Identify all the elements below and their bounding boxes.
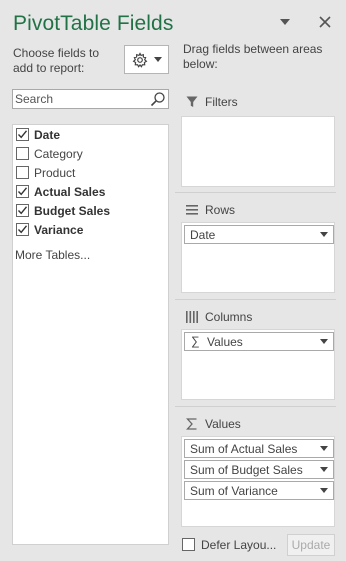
defer-layout-label: Defer Layou... [201, 538, 277, 552]
task-pane-options-button[interactable] [275, 12, 295, 32]
close-button[interactable] [315, 12, 335, 32]
values-label: Values [205, 417, 241, 431]
checkmark-icon [17, 130, 28, 139]
area-splitter[interactable] [175, 299, 336, 300]
checkbox[interactable] [16, 128, 29, 141]
chevron-down-icon[interactable] [320, 339, 328, 344]
update-button[interactable]: Update [287, 534, 335, 556]
field-label: Product [34, 166, 76, 180]
search-icon[interactable] [150, 91, 166, 110]
field-item-variance[interactable]: Variance [13, 221, 168, 240]
chevron-down-icon[interactable] [320, 467, 328, 472]
choose-fields-label: Choose fields to add to report: [13, 46, 100, 75]
checkmark-icon [17, 187, 28, 196]
field-label: Actual Sales [34, 185, 106, 199]
field-item-date[interactable]: Date [13, 126, 168, 145]
drag-fields-label: Drag fields between areas below: [183, 42, 323, 71]
checkbox[interactable] [16, 223, 29, 236]
field-search [12, 89, 169, 109]
field-list-settings-button[interactable] [124, 45, 169, 74]
pane-title: PivotTable Fields [13, 12, 174, 35]
values-drop-area[interactable]: Sum of Actual Sales Sum of Budget Sales … [181, 436, 335, 527]
chevron-down-icon [280, 19, 290, 25]
field-item-product[interactable]: Product [13, 164, 168, 183]
field-item-actual-sales[interactable]: Actual Sales [13, 183, 168, 202]
chevron-down-icon[interactable] [320, 488, 328, 493]
field-item-category[interactable]: Category [13, 145, 168, 164]
rows-field-date[interactable]: Date [184, 225, 334, 244]
rows-label: Rows [205, 203, 236, 217]
checkbox[interactable] [16, 204, 29, 217]
gear-icon [132, 51, 147, 68]
columns-field-values[interactable]: ∑ Values [184, 332, 334, 351]
close-icon [319, 16, 331, 28]
area-splitter[interactable] [175, 406, 336, 407]
filters-drop-area[interactable] [181, 116, 335, 187]
checkmark-icon [17, 206, 28, 215]
defer-layout-checkbox[interactable] [182, 538, 195, 551]
pill-label: Sum of Actual Sales [190, 442, 298, 456]
checkmark-icon [17, 225, 28, 234]
rows-drop-area[interactable]: Date [181, 222, 335, 293]
field-label: Variance [34, 223, 84, 237]
field-label: Budget Sales [34, 204, 111, 218]
more-tables-link[interactable]: More Tables... [15, 248, 90, 262]
chevron-down-icon [153, 57, 162, 62]
filters-label: Filters [205, 95, 238, 109]
funnel-icon [186, 96, 198, 111]
field-label: Date [34, 128, 61, 142]
pivottable-fields-pane: PivotTable Fields Choose fields to add t… [0, 0, 346, 561]
checkbox[interactable] [16, 166, 29, 179]
search-input[interactable] [13, 90, 148, 108]
checkbox[interactable] [16, 147, 29, 160]
values-field-sum-of-budget-sales[interactable]: Sum of Budget Sales [184, 460, 334, 479]
pill-label: Date [190, 228, 216, 242]
field-label: Category [34, 147, 83, 161]
pill-label: Sum of Variance [190, 484, 278, 498]
columns-icon [186, 311, 198, 326]
values-field-sum-of-variance[interactable]: Sum of Variance [184, 481, 334, 500]
field-item-budget-sales[interactable]: Budget Sales [13, 202, 168, 221]
chevron-down-icon[interactable] [320, 446, 328, 451]
chevron-down-icon[interactable] [320, 232, 328, 237]
columns-drop-area[interactable]: ∑ Values [181, 329, 335, 400]
rows-icon [186, 204, 198, 218]
sigma-icon [186, 418, 198, 433]
pill-label: Values [207, 335, 243, 349]
values-field-sum-of-actual-sales[interactable]: Sum of Actual Sales [184, 439, 334, 458]
area-splitter[interactable] [175, 192, 336, 193]
sigma-icon: ∑ [191, 334, 200, 348]
columns-label: Columns [205, 310, 253, 324]
field-list: Date Category Product Actual Sales Budge… [12, 124, 169, 545]
pill-label: Sum of Budget Sales [190, 463, 303, 477]
checkbox[interactable] [16, 185, 29, 198]
